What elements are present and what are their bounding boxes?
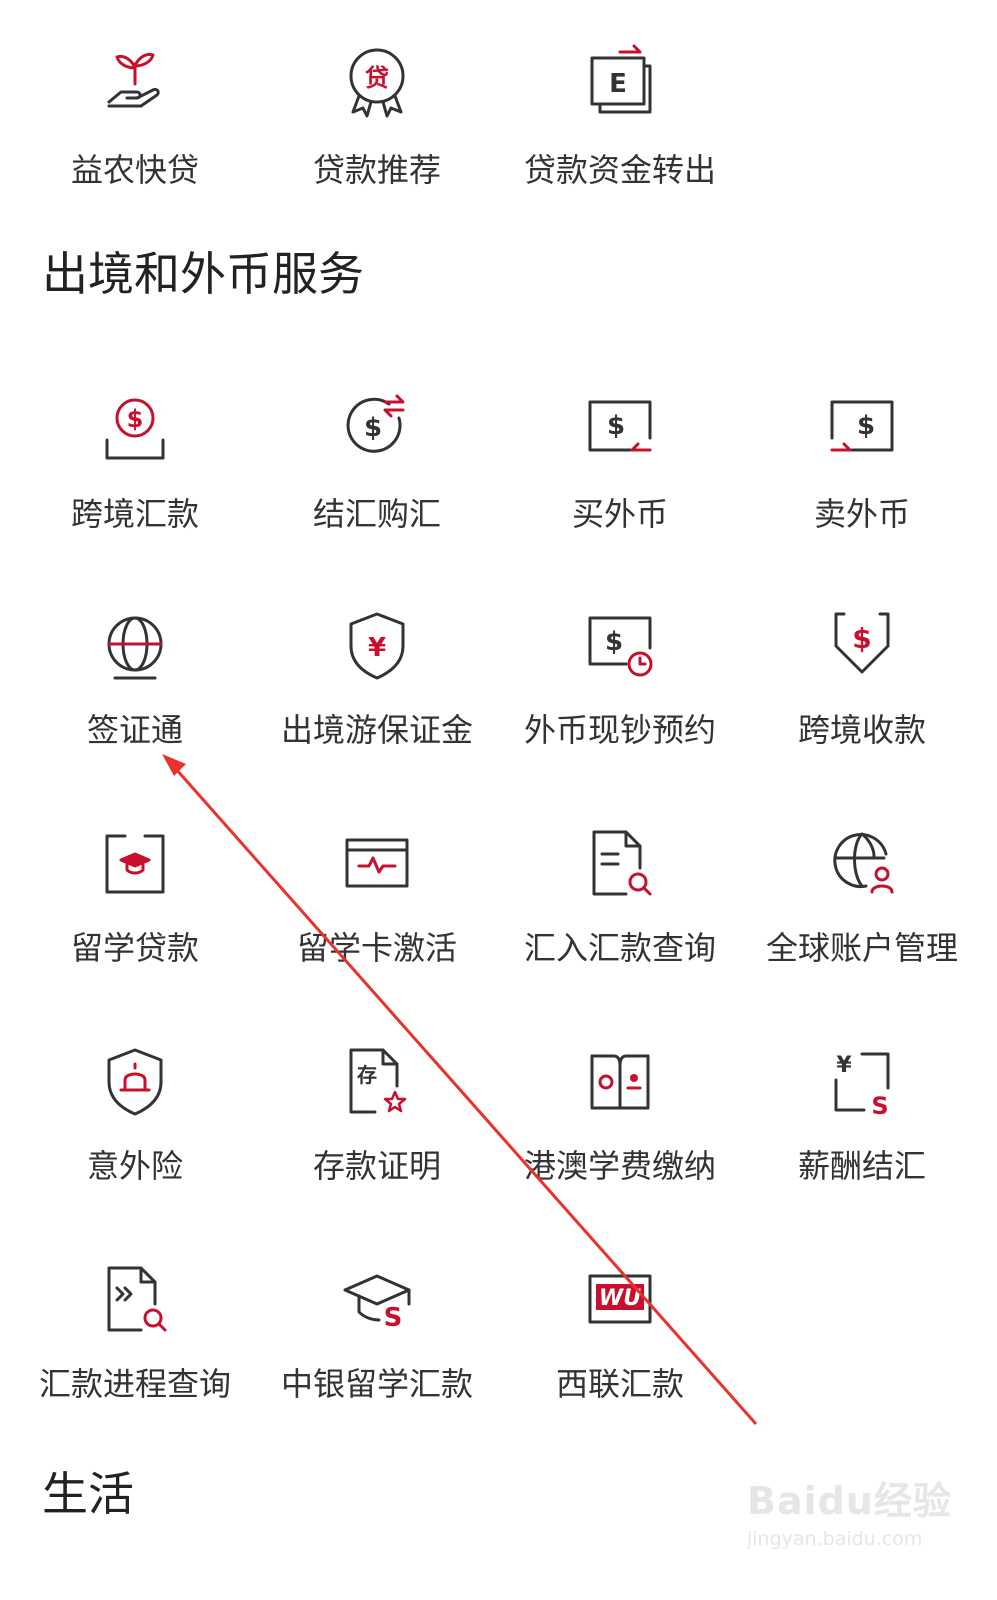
tile-label: 汇入汇款查询 — [523, 929, 716, 967]
section-title-forex: 出境和外币服务 — [42, 247, 364, 301]
tile-buy-forex[interactable]: $ 买外币 — [495, 388, 745, 588]
tile-label: 跨境收款 — [797, 711, 926, 749]
tile-cash-reservation[interactable]: $ 外币现钞预约 — [495, 606, 745, 806]
tile-label: 签证通 — [86, 711, 183, 749]
dollar-exchange-icon: $ — [337, 388, 417, 468]
tile-inward-remit-query[interactable]: 汇入汇款查询 — [495, 824, 745, 1024]
svg-text:贷: 贷 — [365, 64, 389, 92]
dollar-download-icon: $ — [822, 606, 902, 686]
svg-text:$: $ — [127, 405, 144, 433]
tile-study-card-activate[interactable]: 留学卡激活 — [252, 824, 502, 1024]
svg-text:E: E — [609, 69, 627, 99]
tile-western-union[interactable]: WU 西联汇款 — [495, 1260, 745, 1460]
tile-label: 买外币 — [571, 495, 668, 533]
svg-text:WU: WU — [599, 1286, 641, 1311]
svg-text:¥: ¥ — [368, 633, 386, 663]
e-transfer-icon: E — [580, 42, 660, 122]
tile-label: 中银留学汇款 — [280, 1365, 473, 1403]
tile-remit-progress-query[interactable]: 汇款进程查询 — [10, 1260, 260, 1460]
tile-label: 汇款进程查询 — [38, 1365, 231, 1403]
watermark-url: jingyan.baidu.com — [747, 1528, 923, 1550]
tile-visa-pass[interactable]: 签证通 — [10, 606, 260, 806]
buy-dollar-icon: $ — [580, 388, 660, 468]
tile-loan-recommend[interactable]: 贷 贷款推荐 — [252, 42, 502, 242]
tile-label: 外币现钞预约 — [523, 711, 716, 749]
tile-label: 存款证明 — [312, 1147, 441, 1185]
dollar-coin-tray-icon: $ — [95, 388, 175, 468]
svg-text:¥: ¥ — [836, 1053, 852, 1078]
alarm-shield-icon — [95, 1042, 175, 1122]
tile-global-account[interactable]: 全球账户管理 — [737, 824, 987, 1024]
graduation-cap-dollar-icon: S — [337, 1260, 417, 1340]
tile-salary-settlement[interactable]: ¥ S 薪酬结汇 — [737, 1042, 987, 1242]
svg-text:$: $ — [605, 627, 623, 657]
globe-user-icon — [822, 824, 902, 904]
tile-label: 贷款推荐 — [312, 151, 441, 189]
hk-macau-flags-icon — [580, 1042, 660, 1122]
tile-yinong-kuaidai[interactable]: 益农快贷 — [10, 42, 260, 242]
tile-accident-insurance[interactable]: 意外险 — [10, 1042, 260, 1242]
section-title-life: 生活 — [42, 1467, 134, 1521]
tile-sell-forex[interactable]: $ 卖外币 — [737, 388, 987, 588]
svg-text:$: $ — [607, 411, 625, 441]
tile-label: 结汇购汇 — [312, 495, 441, 533]
tile-cross-border-receive[interactable]: $ 跨境收款 — [737, 606, 987, 806]
tile-loan-transfer-out[interactable]: E 贷款资金转出 — [495, 42, 745, 242]
deposit-certificate-icon: 存 — [337, 1042, 417, 1122]
card-activate-icon — [337, 824, 417, 904]
tile-label: 全球账户管理 — [765, 929, 958, 967]
document-search-icon — [580, 824, 660, 904]
svg-text:S: S — [871, 1092, 888, 1120]
svg-text:存: 存 — [357, 1063, 377, 1087]
tile-label: 港澳学费缴纳 — [523, 1147, 716, 1185]
baidu-jingyan-watermark: Baidu经验 jingyan.baidu.com — [747, 1460, 951, 1570]
yen-shield-icon: ¥ — [337, 606, 417, 686]
yen-to-dollar-icon: ¥ S — [822, 1042, 902, 1122]
tile-cross-border-remit[interactable]: $ 跨境汇款 — [10, 388, 260, 588]
svg-text:$: $ — [364, 413, 382, 443]
svg-text:S: S — [384, 1303, 403, 1333]
seedling-hand-icon — [95, 42, 175, 122]
western-union-icon: WU — [580, 1260, 660, 1340]
remittance-progress-icon — [95, 1260, 175, 1340]
tile-deposit-certificate[interactable]: 存 存款证明 — [252, 1042, 502, 1242]
cash-clock-icon: $ — [580, 606, 660, 686]
tile-fx-settlement[interactable]: $ 结汇购汇 — [252, 388, 502, 588]
tile-label: 跨境汇款 — [70, 495, 199, 533]
watermark-logo: Baidu经验 — [747, 1479, 952, 1523]
sell-dollar-icon: $ — [822, 388, 902, 468]
tile-travel-deposit[interactable]: ¥ 出境游保证金 — [252, 606, 502, 806]
tile-label: 留学贷款 — [70, 929, 199, 967]
tile-label: 西联汇款 — [555, 1365, 684, 1403]
tile-label: 卖外币 — [813, 495, 910, 533]
tile-label: 益农快贷 — [70, 151, 199, 189]
tile-hk-macau-tuition[interactable]: 港澳学费缴纳 — [495, 1042, 745, 1242]
tile-label: 薪酬结汇 — [797, 1147, 926, 1185]
tile-boc-study-remit[interactable]: S 中银留学汇款 — [252, 1260, 502, 1460]
tile-label: 留学卡激活 — [296, 929, 457, 967]
globe-icon — [95, 606, 175, 686]
loan-award-badge-icon: 贷 — [337, 42, 417, 122]
tile-label: 意外险 — [86, 1147, 183, 1185]
tile-study-loan[interactable]: 留学贷款 — [10, 824, 260, 1024]
tile-label: 出境游保证金 — [280, 711, 473, 749]
graduation-book-icon — [95, 824, 175, 904]
svg-text:$: $ — [852, 622, 871, 655]
svg-text:$: $ — [857, 411, 875, 441]
tile-label: 贷款资金转出 — [523, 151, 716, 189]
